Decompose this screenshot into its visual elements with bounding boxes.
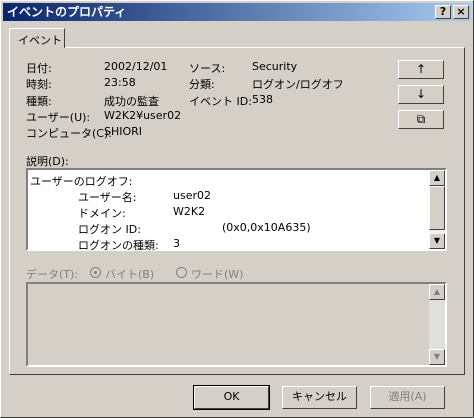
window-title: イベントのプロパティ xyxy=(7,5,127,19)
source-label: ソース: xyxy=(189,62,226,75)
previous-event-button[interactable]: ↑ xyxy=(398,60,444,79)
scroll-down-icon[interactable]: ▼ xyxy=(429,233,445,249)
event-id-value: 538 xyxy=(252,93,273,106)
event-id-label: イベント ID: xyxy=(189,95,252,108)
close-button[interactable]: × xyxy=(453,5,469,19)
cancel-button[interactable]: キャンセル xyxy=(282,386,357,409)
type-value: 成功の監査 xyxy=(104,95,159,108)
tab-event[interactable]: イベント xyxy=(9,28,65,48)
description-line-value: (0x0,0x10A635) xyxy=(222,221,311,234)
copy-icon: ⧉ xyxy=(416,112,426,126)
ok-button[interactable]: OK xyxy=(193,385,270,410)
user-value: W2K2¥user02 xyxy=(104,109,182,122)
description-line-key: ログオン ID: xyxy=(78,223,141,236)
description-line-value: 3 xyxy=(173,237,180,250)
description-line-key: ドメイン: xyxy=(78,207,126,220)
category-label: 分類: xyxy=(189,78,215,91)
byte-radio[interactable] xyxy=(90,267,101,278)
description-line-key: ユーザー名: xyxy=(78,191,137,204)
date-value: 2002/12/01 xyxy=(104,60,168,73)
description-line-heading: ユーザーのログオフ: xyxy=(30,175,133,188)
user-label: ユーザー(U): xyxy=(26,111,91,124)
help-button[interactable]: ? xyxy=(435,5,451,19)
apply-button[interactable]: 適用(A) xyxy=(370,386,445,409)
description-line-value: user02 xyxy=(173,189,211,202)
scroll-down-icon: ▼ xyxy=(429,349,445,365)
data-scrollbar: ▲ ▼ xyxy=(429,284,445,365)
time-value: 23:58 xyxy=(104,76,136,89)
next-event-button[interactable]: ↓ xyxy=(398,85,444,104)
copy-button[interactable]: ⧉ xyxy=(398,110,444,129)
data-label: データ(T): xyxy=(26,268,79,281)
data-textbox: ▲ ▼ xyxy=(26,282,447,367)
category-value: ログオン/ログオフ xyxy=(252,78,344,91)
scroll-up-icon: ▲ xyxy=(429,284,445,300)
computer-value: SHIORI xyxy=(104,125,143,138)
title-bar[interactable]: イベントのプロパティ ? × xyxy=(3,3,471,21)
up-arrow-icon: ↑ xyxy=(415,62,427,76)
byte-radio-label: バイト(B) xyxy=(105,268,155,281)
down-arrow-icon: ↓ xyxy=(415,87,427,101)
type-label: 種類: xyxy=(26,95,52,108)
event-properties-dialog: イベントのプロパティ ? × イベント 日付: 2002/12/01 ソース: … xyxy=(0,0,474,418)
source-value: Security xyxy=(252,60,298,73)
date-label: 日付: xyxy=(26,62,52,75)
description-line-value: W2K2 xyxy=(173,205,206,218)
scroll-up-icon[interactable]: ▲ xyxy=(429,170,445,186)
word-radio[interactable] xyxy=(176,267,187,278)
tab-event-label: イベント xyxy=(18,34,62,47)
computer-label: コンピュータ(C): xyxy=(26,127,112,140)
description-scrollbar[interactable]: ▲ ▼ xyxy=(429,170,445,249)
description-label: 説明(D): xyxy=(26,155,69,168)
time-label: 時刻: xyxy=(26,78,52,91)
scroll-thumb[interactable] xyxy=(429,186,445,230)
description-line-key: ログオンの種類: xyxy=(78,239,159,252)
word-radio-label: ワード(W) xyxy=(191,268,244,281)
description-textbox[interactable]: ユーザーのログオフ: ユーザー名: user02 ドメイン: W2K2 ログオン… xyxy=(26,168,447,252)
